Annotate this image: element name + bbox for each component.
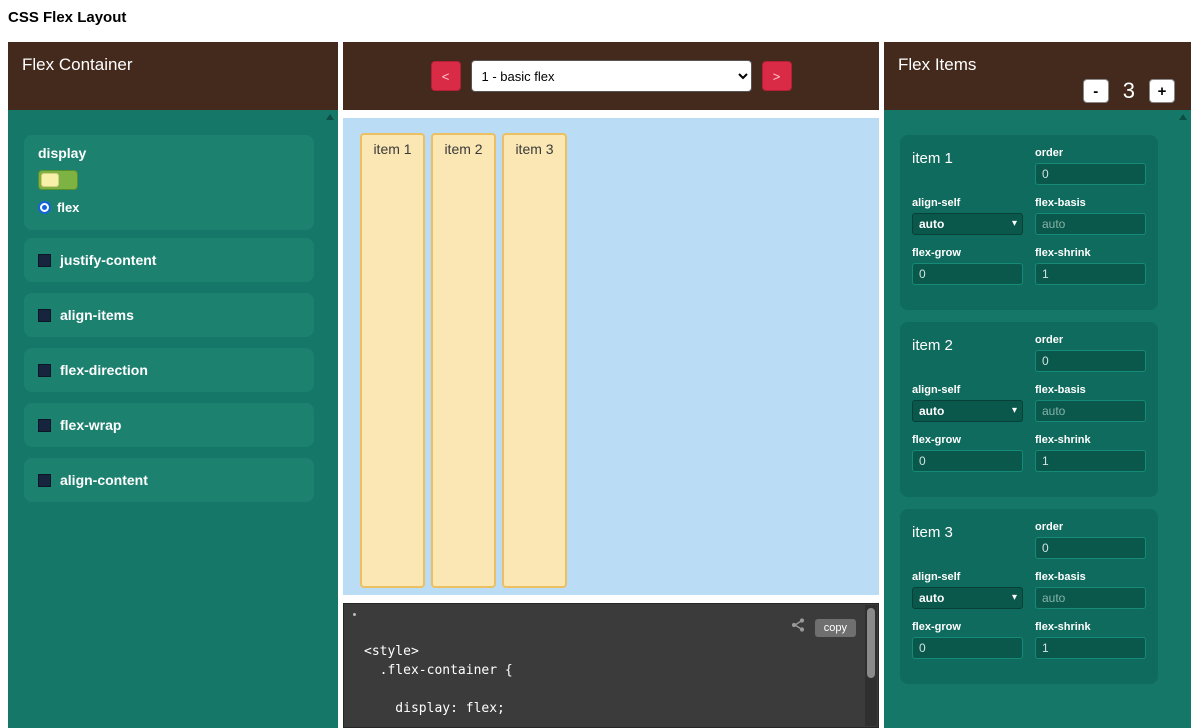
order-label: order	[1035, 334, 1146, 346]
flex-grow-label: flex-grow	[912, 434, 1023, 446]
flex-items-panel-header: Flex Items - 3 +	[884, 42, 1191, 110]
flex-items-panel-body: item 1 order align-self auto flex-basis	[884, 110, 1191, 728]
item-count: 3	[1123, 78, 1135, 104]
code-scrollbar[interactable]	[865, 605, 877, 726]
code-line: display: flex;	[364, 699, 513, 718]
property-label: align-content	[60, 472, 148, 488]
align-self-label: align-self	[912, 197, 1023, 209]
flex-items-panel: Flex Items - 3 + item 1 order align-self	[884, 42, 1191, 728]
example-select[interactable]: 1 - basic flex	[471, 60, 752, 92]
property-label: flex-direction	[60, 362, 148, 378]
display-toggle[interactable]	[38, 170, 78, 190]
align-self-select[interactable]: auto	[912, 213, 1023, 235]
property-label: justify-content	[60, 252, 156, 268]
flex-grow-input[interactable]	[912, 450, 1023, 472]
property-label: align-items	[60, 307, 134, 323]
increase-items-button[interactable]: +	[1149, 79, 1175, 103]
item-title: item 3	[912, 521, 1023, 559]
code-toolbar: copy	[790, 617, 856, 638]
property-row-flex-direction[interactable]: flex-direction	[24, 348, 314, 392]
flex-basis-input[interactable]	[1035, 587, 1146, 609]
code-line	[364, 680, 513, 699]
flex-shrink-label: flex-shrink	[1035, 434, 1146, 446]
flex-direction-checkbox[interactable]	[38, 364, 51, 377]
flex-basis-label: flex-basis	[1035, 384, 1146, 396]
flex-preview-item: item 1	[360, 133, 425, 588]
display-flex-radio-row: flex	[38, 200, 300, 215]
scroll-up-icon[interactable]	[1179, 114, 1187, 120]
code-scrollbar-thumb[interactable]	[867, 608, 875, 678]
display-label: display	[38, 145, 300, 161]
flex-container-panel-title: Flex Container	[22, 55, 133, 74]
right-panel-scrollbar[interactable]	[1178, 114, 1188, 120]
flex-basis-input[interactable]	[1035, 213, 1146, 235]
flex-shrink-input[interactable]	[1035, 637, 1146, 659]
property-label: flex-wrap	[60, 417, 121, 433]
align-self-select[interactable]: auto	[912, 587, 1023, 609]
code-line: <style>	[364, 642, 513, 661]
flex-shrink-label: flex-shrink	[1035, 621, 1146, 633]
order-label: order	[1035, 147, 1146, 159]
flex-grow-input[interactable]	[912, 637, 1023, 659]
flex-basis-label: flex-basis	[1035, 197, 1146, 209]
page-title: CSS Flex Layout	[8, 9, 126, 26]
flex-grow-label: flex-grow	[912, 247, 1023, 259]
flex-container-panel: Flex Container display flex justify-cont…	[8, 42, 338, 728]
item-card-3: item 3 order align-self auto flex-basis	[900, 509, 1158, 684]
item-card-2: item 2 order align-self auto flex-basis	[900, 322, 1158, 497]
flex-grow-label: flex-grow	[912, 621, 1023, 633]
align-content-checkbox[interactable]	[38, 474, 51, 487]
align-self-label: align-self	[912, 571, 1023, 583]
code-block: <style> .flex-container { display: flex;	[364, 642, 513, 718]
flex-preview-container: item 1 item 2 item 3	[343, 118, 879, 595]
property-row-flex-wrap[interactable]: flex-wrap	[24, 403, 314, 447]
order-input[interactable]	[1035, 537, 1146, 559]
order-input[interactable]	[1035, 350, 1146, 372]
order-label: order	[1035, 521, 1146, 533]
property-row-align-items[interactable]: align-items	[24, 293, 314, 337]
display-card: display flex	[24, 135, 314, 230]
decrease-items-button[interactable]: -	[1083, 79, 1109, 103]
property-row-justify-content[interactable]: justify-content	[24, 238, 314, 282]
flex-container-panel-body: display flex justify-content align-items…	[8, 110, 338, 728]
flex-preview-item: item 3	[502, 133, 567, 588]
flex-shrink-label: flex-shrink	[1035, 247, 1146, 259]
prev-example-button[interactable]: <	[431, 61, 461, 91]
code-line: .flex-container {	[364, 661, 513, 680]
scroll-up-icon[interactable]	[326, 114, 334, 120]
share-icon[interactable]	[790, 617, 806, 638]
display-toggle-knob	[41, 173, 59, 187]
flex-radio[interactable]	[38, 201, 51, 214]
align-self-select[interactable]: auto	[912, 400, 1023, 422]
code-panel: copy <style> .flex-container { display: …	[343, 603, 879, 728]
flex-preview-item: item 2	[431, 133, 496, 588]
flex-shrink-input[interactable]	[1035, 450, 1146, 472]
left-panel-scrollbar[interactable]	[325, 114, 335, 120]
flex-radio-label: flex	[57, 200, 79, 215]
flex-wrap-checkbox[interactable]	[38, 419, 51, 432]
order-input[interactable]	[1035, 163, 1146, 185]
flex-container-panel-header: Flex Container	[8, 42, 338, 110]
flex-items-panel-title: Flex Items	[898, 55, 976, 74]
code-panel-dot	[353, 613, 356, 616]
justify-content-checkbox[interactable]	[38, 254, 51, 267]
flex-shrink-input[interactable]	[1035, 263, 1146, 285]
item-count-controls: - 3 +	[1083, 78, 1175, 104]
item-card-1: item 1 order align-self auto flex-basis	[900, 135, 1158, 310]
align-items-checkbox[interactable]	[38, 309, 51, 322]
example-nav-bar: < 1 - basic flex >	[343, 42, 879, 110]
flex-grow-input[interactable]	[912, 263, 1023, 285]
next-example-button[interactable]: >	[762, 61, 792, 91]
preview-column: < 1 - basic flex > item 1 item 2 item 3 …	[343, 42, 879, 728]
item-title: item 2	[912, 334, 1023, 372]
item-title: item 1	[912, 147, 1023, 185]
flex-basis-label: flex-basis	[1035, 571, 1146, 583]
align-self-label: align-self	[912, 384, 1023, 396]
property-row-align-content[interactable]: align-content	[24, 458, 314, 502]
flex-basis-input[interactable]	[1035, 400, 1146, 422]
copy-button[interactable]: copy	[815, 619, 856, 637]
